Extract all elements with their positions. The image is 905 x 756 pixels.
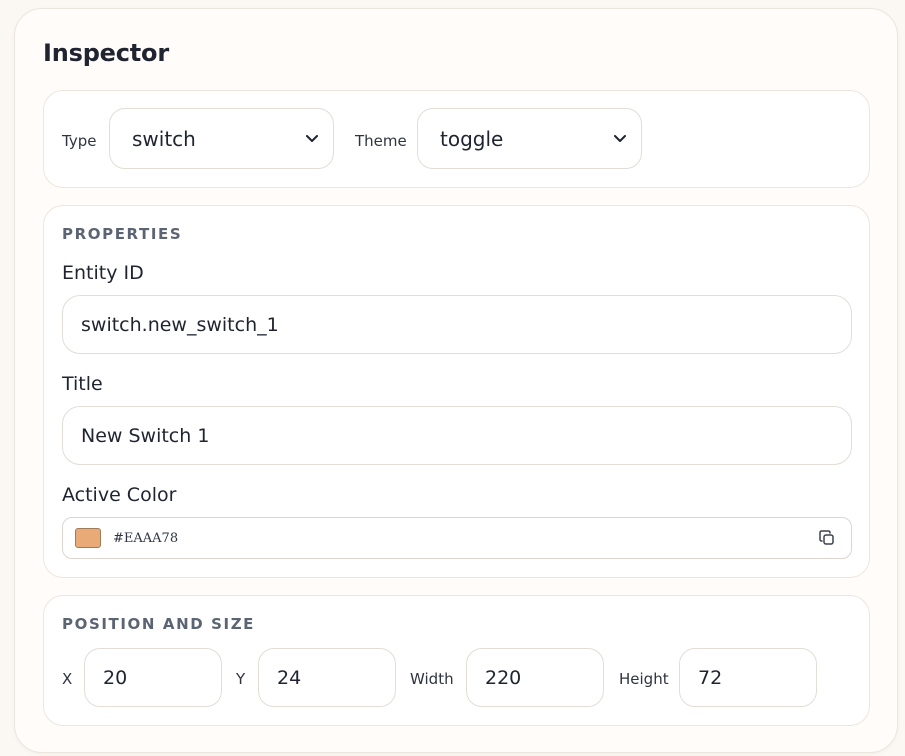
chevron-down-icon: [305, 132, 319, 146]
x-value: 20: [103, 666, 128, 689]
theme-select[interactable]: toggle: [417, 108, 642, 169]
title-input[interactable]: New Switch 1: [62, 406, 852, 465]
y-label: Y: [236, 670, 246, 688]
entity-id-value: switch.new_switch_1: [81, 313, 279, 336]
inspector-panel: Inspector Type switch Theme toggle PROPE…: [14, 8, 898, 753]
theme-label: Theme: [355, 132, 407, 150]
position-heading: POSITION AND SIZE: [62, 615, 256, 633]
properties-card: PROPERTIES Entity ID switch.new_switch_1…: [43, 205, 870, 578]
panel-title: Inspector: [43, 39, 169, 67]
theme-select-value: toggle: [440, 126, 504, 151]
type-select-value: switch: [132, 126, 196, 151]
type-label: Type: [62, 132, 97, 150]
title-label: Title: [62, 373, 103, 395]
height-input[interactable]: 72: [679, 648, 817, 707]
active-color-label: Active Color: [62, 484, 177, 506]
chevron-down-icon: [613, 132, 627, 146]
entity-id-input[interactable]: switch.new_switch_1: [62, 295, 852, 354]
height-value: 72: [698, 666, 723, 689]
active-color-input[interactable]: #EAAA78: [62, 517, 852, 559]
copy-icon[interactable]: [817, 528, 837, 548]
y-input[interactable]: 24: [258, 648, 396, 707]
properties-heading: PROPERTIES: [62, 225, 183, 243]
title-value: New Switch 1: [81, 424, 210, 447]
width-label: Width: [410, 670, 454, 688]
color-swatch[interactable]: [75, 528, 101, 548]
x-label: X: [62, 670, 73, 688]
entity-id-label: Entity ID: [62, 262, 144, 284]
y-value: 24: [277, 666, 302, 689]
width-input[interactable]: 220: [466, 648, 604, 707]
type-select[interactable]: switch: [109, 108, 334, 169]
x-input[interactable]: 20: [84, 648, 222, 707]
type-theme-card: Type switch Theme toggle: [43, 90, 870, 188]
color-hex-value: #EAAA78: [113, 530, 179, 546]
width-value: 220: [485, 666, 522, 689]
position-size-card: POSITION AND SIZE X 20 Y 24 Width 220 He…: [43, 595, 870, 726]
height-label: Height: [619, 670, 669, 688]
